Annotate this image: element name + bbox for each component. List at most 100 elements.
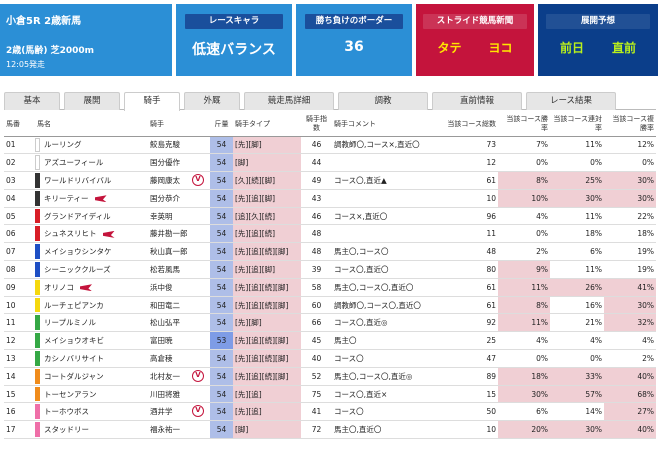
jockey-name[interactable]: 富田暁	[150, 336, 173, 345]
horse-name-cell[interactable]: キリーティー	[35, 189, 148, 208]
tab-2[interactable]: 騎手	[124, 92, 180, 111]
jockey-cell[interactable]: 国分恭介	[148, 189, 210, 208]
jockey-cell[interactable]: 富田暁	[148, 331, 210, 351]
jockey-name[interactable]: 川田将雅	[150, 390, 180, 399]
horse-name[interactable]: メイショウオキビ	[44, 336, 104, 345]
table-row[interactable]: 06 シュネスリヒト 藤井勘一郎 54 [先][追][続] 48 11 0% 18% 18%	[4, 224, 656, 244]
table-row[interactable]: 11 リープルミノル 松山弘平 54 [先][脚] 66 コース〇,直近◎ 92 11% 21% 3…	[4, 313, 656, 333]
horse-name-cell[interactable]: スタッドリー	[35, 420, 148, 440]
jockey-cell[interactable]: 藤岡康太 V	[148, 171, 210, 190]
jockey-cell[interactable]: 和田竜二	[148, 296, 210, 315]
jockey-name[interactable]: 幸英明	[150, 212, 173, 221]
jockey-name[interactable]: 藤井勘一郎	[150, 229, 188, 238]
table-row[interactable]: 02 アズユーフィール 国分優作 54 [脚] 44 12 0% 0% 0%	[4, 153, 656, 173]
horse-name[interactable]: リープルミノル	[44, 318, 96, 327]
jockey-name[interactable]: 国分優作	[150, 158, 180, 167]
table-row[interactable]: 05 グランドアイディル 幸英明 54 [追][久][続] 46 コース×,直近〇 96 4% 1…	[4, 207, 656, 226]
table-row[interactable]: 07 メイショウシンタケ 秋山真一郎 54 [先][追][続][脚] 48 馬主〇,コース〇…	[4, 242, 656, 262]
jockey-cell[interactable]: 国分優作	[148, 153, 210, 173]
jockey-name[interactable]: 鮫島克駿	[150, 140, 180, 149]
jockey-cell[interactable]: 松若風馬	[148, 260, 210, 279]
horse-name-cell[interactable]: ルーチェピアンカ	[35, 296, 148, 315]
horse-name[interactable]: カシノバリサイト	[44, 354, 104, 363]
forecast-zenjitsu-link[interactable]: 前日	[560, 39, 584, 56]
jockey-cell[interactable]: 酒井学 V	[148, 402, 210, 422]
table-row[interactable]: 04 キリーティー 国分恭介 54 [先][追][脚] 43 10 10% 30% 30%	[4, 189, 656, 208]
horse-name-cell[interactable]: メイショウシンタケ	[35, 242, 148, 262]
weight-cell: 54	[210, 349, 233, 368]
jockey-name[interactable]: 福永祐一	[150, 425, 180, 434]
table-row[interactable]: 10 ルーチェピアンカ 和田竜二 54 [先][追][続][脚] 60 調教師〇,コース〇,…	[4, 296, 656, 315]
horse-name-cell[interactable]: カシノバリサイト	[35, 349, 148, 368]
horse-name[interactable]: アズユーフィール	[44, 158, 103, 167]
jockey-cell[interactable]: 北村友一 V	[148, 367, 210, 386]
jockey-cell[interactable]: 川田将雅	[148, 385, 210, 404]
horse-name[interactable]: コートダルジャン	[44, 372, 104, 381]
horse-number-cell: 11	[4, 313, 35, 333]
horse-name[interactable]: シュネスリヒト	[44, 229, 97, 238]
tab-7[interactable]: レース結果	[526, 92, 616, 110]
jockey-cell[interactable]: 松山弘平	[148, 313, 210, 333]
tab-1[interactable]: 展開	[64, 92, 120, 110]
jockey-cell[interactable]: 高倉稜	[148, 349, 210, 368]
jockey-name[interactable]: 松山弘平	[150, 318, 180, 327]
table-row[interactable]: 15 トーセンアラン 川田将雅 54 [先][追] 75 コース〇,直近× 15 30% 57% 6…	[4, 385, 656, 404]
jockey-name[interactable]: 和田竜二	[150, 301, 180, 310]
forecast-chokuzen-link[interactable]: 直前	[612, 39, 636, 56]
tab-6[interactable]: 直前情報	[432, 92, 522, 110]
jockey-cell[interactable]: 鮫島克駿	[148, 136, 210, 155]
tab-0[interactable]: 基本	[4, 92, 60, 110]
horse-name[interactable]: グランドアイディル	[44, 212, 111, 221]
tab-3[interactable]: 外厩	[184, 92, 240, 110]
horse-name[interactable]: メイショウシンタケ	[44, 247, 112, 256]
jockey-cell[interactable]: 浜中俊	[148, 278, 210, 297]
jockey-name[interactable]: 国分恭介	[150, 194, 180, 203]
horse-name[interactable]: ワールドリバイバル	[44, 176, 111, 185]
horse-name[interactable]: シーニッククルーズ	[44, 265, 111, 274]
table-row[interactable]: 17 スタッドリー 福永祐一 54 [脚] 72 馬主〇,直近〇 10 20% 30% 40%	[4, 420, 656, 440]
horse-name-cell[interactable]: リープルミノル	[35, 313, 148, 333]
stride-yoko-link[interactable]: ヨコ	[488, 39, 512, 56]
table-row[interactable]: 09 オリノコ 浜中俊 54 [先][追][続][脚] 58 馬主〇,コース〇,直近〇 61 1…	[4, 278, 656, 297]
horse-name[interactable]: トーセンアラン	[44, 390, 97, 399]
jockey-cell[interactable]: 秋山真一郎	[148, 242, 210, 262]
horse-name-cell[interactable]: トーセンアラン	[35, 385, 148, 404]
horse-name-cell[interactable]: ルーリング	[35, 136, 148, 155]
jockey-name[interactable]: 高倉稜	[150, 354, 173, 363]
horse-name[interactable]: オリノコ	[44, 283, 74, 292]
stride-tate-link[interactable]: タテ	[437, 39, 461, 56]
table-row[interactable]: 01 ルーリング 鮫島克駿 54 [先][脚] 46 調教師〇,コース×,直近〇 73 7% 11…	[4, 136, 656, 155]
jockey-name[interactable]: 北村友一	[150, 372, 180, 381]
jockey-name[interactable]: 酒井学	[150, 407, 173, 416]
table-row[interactable]: 16 トーホウボス 酒井学 V 54 [先][追] 41 コース〇 50 6% 14% 27%	[4, 402, 656, 422]
tab-5[interactable]: 調教	[338, 92, 428, 110]
horse-name-cell[interactable]: シーニッククルーズ	[35, 260, 148, 279]
horse-name[interactable]: キリーティー	[44, 194, 89, 203]
table-row[interactable]: 03 ワールドリバイバル 藤岡康太 V 54 [久][続][脚] 49 コース〇,直近▲ 61 8…	[4, 171, 656, 190]
course-win-rate-cell: 0%	[498, 153, 550, 173]
horse-name-cell[interactable]: シュネスリヒト	[35, 224, 148, 244]
jockey-cell[interactable]: 福永祐一	[148, 420, 210, 440]
horse-name[interactable]: ルーリング	[44, 140, 82, 149]
jockey-name[interactable]: 秋山真一郎	[150, 247, 188, 256]
jockey-name[interactable]: 浜中俊	[150, 283, 173, 292]
horse-name[interactable]: トーホウボス	[44, 407, 89, 416]
jockey-cell[interactable]: 藤井勘一郎	[148, 224, 210, 244]
horse-name[interactable]: スタッドリー	[44, 425, 89, 434]
table-row[interactable]: 12 メイショウオキビ 富田暁 53 [先][追][続][脚] 45 馬主〇 25 4% 4% 4%	[4, 331, 656, 351]
horse-name[interactable]: ルーチェピアンカ	[44, 301, 104, 310]
table-row[interactable]: 14 コートダルジャン 北村友一 V 54 [先][追][続][脚] 52 馬主〇,コース〇,…	[4, 367, 656, 386]
tab-4[interactable]: 競走馬詳細	[244, 92, 334, 110]
jockey-cell[interactable]: 幸英明	[148, 207, 210, 226]
table-row[interactable]: 13 カシノバリサイト 高倉稜 54 [先][追][続][脚] 40 コース〇 47 0% 0% 2…	[4, 349, 656, 368]
horse-name-cell[interactable]: トーホウボス	[35, 402, 148, 422]
horse-name-cell[interactable]: ワールドリバイバル	[35, 171, 148, 190]
horse-name-cell[interactable]: グランドアイディル	[35, 207, 148, 226]
table-row[interactable]: 08 シーニッククルーズ 松若風馬 54 [先][追][脚] 39 コース〇,直近〇 80 9%…	[4, 260, 656, 279]
horse-name-cell[interactable]: メイショウオキビ	[35, 331, 148, 351]
jockey-name[interactable]: 松若風馬	[150, 265, 180, 274]
jockey-name[interactable]: 藤岡康太	[150, 176, 180, 185]
horse-name-cell[interactable]: アズユーフィール	[35, 153, 148, 173]
horse-name-cell[interactable]: オリノコ	[35, 278, 148, 297]
horse-name-cell[interactable]: コートダルジャン	[35, 367, 148, 386]
